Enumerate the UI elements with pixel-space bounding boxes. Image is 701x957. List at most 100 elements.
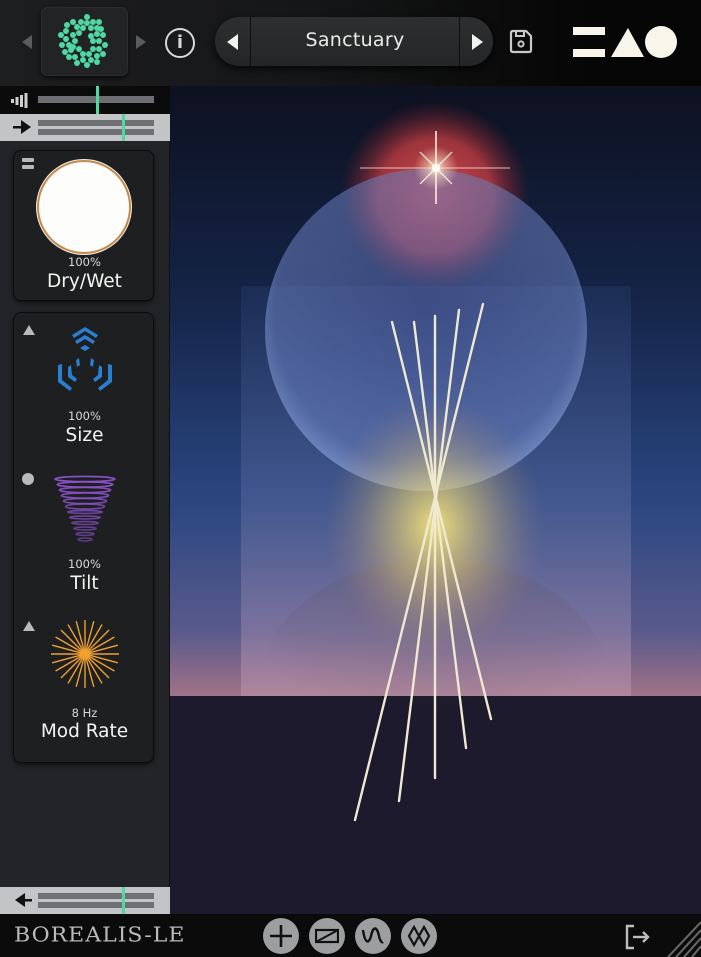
- logo-dot: [100, 51, 106, 57]
- logo-dot: [80, 51, 86, 57]
- logo-dot: [88, 57, 94, 63]
- diamond-shape-icon: [407, 924, 431, 948]
- divider: [459, 17, 460, 66]
- save-preset-button[interactable]: [508, 29, 534, 59]
- info-icon: i: [176, 32, 184, 53]
- arrow-left-icon: [15, 893, 32, 907]
- mod-shape-button[interactable]: [401, 918, 437, 954]
- parameters-card: 100% Size 100% Tilt 8 Hz Mod Rate: [13, 312, 154, 763]
- logo-dot: [80, 57, 86, 63]
- size-chevrons-icon: [57, 327, 112, 391]
- input-route-marker[interactable]: [121, 114, 125, 141]
- funnel-ring: [53, 475, 116, 483]
- menu-icon[interactable]: [22, 158, 34, 172]
- funnel-ring: [64, 503, 105, 510]
- size-label: Size: [65, 425, 104, 446]
- logo-dot: [59, 42, 65, 48]
- drywet-card: 100% Dry/Wet: [13, 150, 154, 301]
- next-logo-button[interactable]: [136, 35, 146, 49]
- info-button[interactable]: i: [165, 28, 195, 58]
- output-route-marker[interactable]: [121, 887, 125, 914]
- funnel-ring: [57, 486, 112, 494]
- logo-dot: [96, 46, 102, 52]
- logo-dot: [78, 19, 84, 25]
- input-meter-marker[interactable]: [96, 86, 99, 114]
- previous-logo-button[interactable]: [22, 35, 32, 49]
- output-route-slider[interactable]: [0, 887, 170, 914]
- logo-dot: [84, 14, 90, 20]
- mod-ramp-button[interactable]: [309, 918, 345, 954]
- ramp-icon: [315, 928, 339, 944]
- logo-dot: [72, 38, 78, 44]
- tilt-knob[interactable]: [14, 471, 155, 543]
- logo-dot: [88, 33, 94, 39]
- exit-button[interactable]: [624, 924, 652, 954]
- logo-dot: [66, 54, 72, 60]
- logo-dot: [86, 51, 92, 57]
- logo-dot: [70, 32, 76, 38]
- floppy-disk-icon: [509, 29, 533, 54]
- logo-dot: [96, 19, 102, 25]
- logo-dot: [94, 31, 100, 37]
- tilt-funnel-icon: [53, 475, 116, 542]
- exit-icon: [625, 924, 650, 950]
- drywet-knob[interactable]: [39, 162, 129, 252]
- funnel-ring: [68, 515, 101, 520]
- preset-next-button[interactable]: [472, 34, 483, 50]
- logo-dot: [76, 30, 82, 36]
- route-track: [38, 129, 154, 135]
- logo-dot: [96, 38, 102, 44]
- mod-wave-button[interactable]: [355, 918, 391, 954]
- logo-dot: [94, 53, 100, 59]
- tilt-value: 100%: [68, 557, 101, 571]
- logo-dot: [102, 42, 108, 48]
- size-knob[interactable]: [14, 327, 155, 393]
- logo-dot: [64, 22, 70, 28]
- funnel-ring: [66, 509, 103, 515]
- mod-rate-knob[interactable]: [14, 620, 155, 692]
- logo-dot: [80, 25, 86, 31]
- mod-rate-label: Mod Rate: [40, 721, 129, 742]
- footer: BOREALIS-LE: [0, 914, 701, 957]
- preset-prev-button[interactable]: [227, 34, 238, 50]
- product-name: BOREALIS-LE: [14, 924, 186, 947]
- signal-bars-icon: [11, 93, 28, 108]
- logo-dot: [76, 46, 82, 52]
- logo-dot: [74, 24, 80, 30]
- resize-grip-icon: [667, 921, 701, 957]
- drywet-value: 100%: [68, 255, 101, 269]
- logo-dot: [58, 32, 64, 38]
- route-track: [38, 902, 154, 908]
- funnel-ring: [62, 497, 107, 505]
- drywet-label: Dry/Wet: [47, 271, 122, 292]
- funnel-ring: [59, 492, 110, 499]
- plus-icon: [270, 925, 292, 947]
- preset-name[interactable]: Sanctuary: [251, 29, 459, 51]
- tilt-label: Tilt: [70, 573, 99, 594]
- arrow-right-icon: [13, 120, 31, 134]
- resize-handle[interactable]: [664, 914, 701, 957]
- logo-dot: [88, 25, 94, 31]
- header: i Sanctuary: [0, 0, 701, 86]
- logo-dot: [100, 32, 106, 38]
- logo-dot: [90, 46, 96, 52]
- sidebar: 100% Dry/Wet 100% Size 100% Tilt 8 Hz Mo…: [0, 86, 170, 914]
- funnel-ring: [76, 537, 93, 542]
- bars-triangle-circle-logo-icon: [573, 26, 677, 58]
- logo-dot: [98, 26, 104, 32]
- logo-dot: [63, 28, 69, 34]
- mod-rate-value: 8 Hz: [71, 706, 98, 720]
- logo-dot: [74, 60, 80, 66]
- visualizer-artwork: [170, 86, 701, 914]
- brand-logo: [573, 24, 679, 64]
- plugin-logo-button[interactable]: [41, 7, 128, 76]
- route-track: [38, 893, 154, 899]
- input-route-slider[interactable]: [0, 114, 170, 141]
- mod-rate-starburst-icon: [50, 620, 119, 688]
- route-track: [38, 120, 154, 126]
- mod-add-button[interactable]: [263, 918, 299, 954]
- input-level-meter[interactable]: [0, 86, 170, 114]
- artwork-canvas: [170, 86, 701, 914]
- logo-dot: [62, 49, 68, 55]
- sine-wave-icon: [361, 927, 384, 944]
